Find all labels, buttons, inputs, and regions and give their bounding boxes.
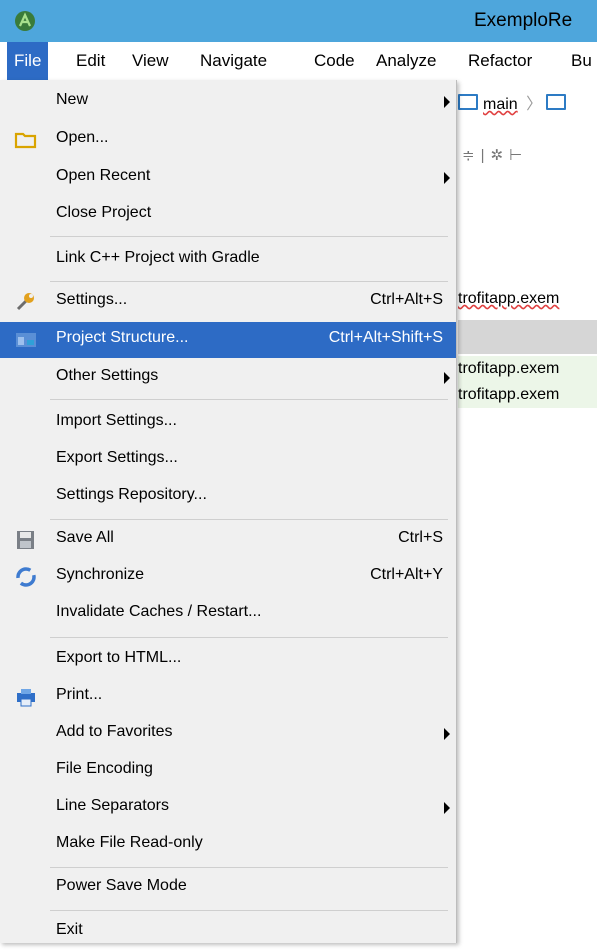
gear-icon[interactable]: ✲: [490, 147, 509, 164]
breadcrumb-separator: 〉: [526, 96, 543, 113]
menu-item-add-to-favorites[interactable]: Add to Favorites: [0, 716, 456, 752]
menu-item-label: Settings Repository...: [56, 486, 207, 503]
menu-navigate[interactable]: Navigate: [200, 51, 267, 71]
collapse-icon[interactable]: ≑: [462, 147, 481, 164]
menu-item-label: New: [56, 91, 89, 108]
menu-item-label: Add to Favorites: [56, 723, 173, 740]
menu-item-project-structure[interactable]: Project Structure... Ctrl+Alt+Shift+S: [0, 322, 456, 358]
menu-view[interactable]: View: [132, 51, 169, 71]
menu-item-label: Link C++ Project with Gradle: [56, 249, 260, 266]
menu-item-label: Exit: [56, 921, 83, 938]
project-structure-icon: [16, 333, 36, 347]
submenu-arrow-icon: [444, 802, 450, 814]
code-text: trofitapp.exem: [458, 386, 560, 403]
menu-bar: File Edit View Navigate Code Analyze Ref…: [0, 42, 597, 80]
editor-toolbar: ≑|✲⊢: [462, 146, 528, 164]
separator: |: [480, 147, 491, 164]
menu-item-shortcut: Ctrl+Alt+S: [370, 291, 443, 308]
menu-item-label: Open Recent: [56, 167, 151, 184]
menu-item-shortcut: Ctrl+S: [398, 529, 443, 546]
menu-item-label: Settings...: [56, 291, 128, 308]
menu-item-label: Open...: [56, 129, 109, 146]
submenu-arrow-icon: [444, 96, 450, 108]
code-text: trofitapp.exem: [458, 360, 560, 377]
pin-icon[interactable]: ⊢: [509, 147, 528, 164]
menu-separator: [50, 399, 448, 400]
menu-item-open-recent[interactable]: Open Recent: [0, 160, 456, 196]
menu-item-settings-repository[interactable]: Settings Repository...: [0, 479, 456, 515]
menu-item-label: Import Settings...: [56, 412, 177, 429]
menu-item-close-project[interactable]: Close Project: [0, 197, 456, 233]
menu-item-label: Print...: [56, 686, 103, 703]
menu-item-export-settings[interactable]: Export Settings...: [0, 442, 456, 478]
menu-item-label: Export to HTML...: [56, 649, 182, 666]
menu-item-print[interactable]: Print...: [0, 679, 456, 715]
menu-refactor[interactable]: Refactor: [468, 51, 532, 71]
breadcrumb-main[interactable]: main: [483, 96, 518, 113]
menu-item-save-all[interactable]: Save All Ctrl+S: [0, 522, 456, 558]
code-line: trofitapp.exem: [458, 382, 597, 408]
menu-item-label: Export Settings...: [56, 449, 178, 466]
folder-icon: [14, 132, 37, 149]
wrench-icon: [16, 293, 34, 311]
menu-separator: [50, 236, 448, 237]
menu-file[interactable]: File: [7, 42, 49, 80]
menu-item-file-encoding[interactable]: File Encoding: [0, 753, 456, 789]
submenu-arrow-icon: [444, 172, 450, 184]
title-bar: ExemploRe: [0, 0, 597, 42]
menu-item-link-cpp[interactable]: Link C++ Project with Gradle: [0, 242, 456, 278]
menu-separator: [50, 281, 448, 282]
menu-item-label: Power Save Mode: [56, 877, 187, 894]
code-line: trofitapp.exem: [458, 290, 559, 308]
menu-item-label: Make File Read-only: [56, 834, 203, 851]
menu-item-label: Invalidate Caches / Restart...: [56, 603, 262, 620]
menu-item-label: Close Project: [56, 204, 152, 221]
menu-build[interactable]: Bu: [571, 51, 592, 71]
menu-separator: [50, 867, 448, 868]
breadcrumb[interactable]: main 〉: [458, 90, 571, 118]
menu-item-export-html[interactable]: Export to HTML...: [0, 642, 456, 678]
menu-item-label: File Encoding: [56, 760, 153, 777]
menu-item-synchronize[interactable]: Synchronize Ctrl+Alt+Y: [0, 559, 456, 595]
menu-item-settings[interactable]: Settings... Ctrl+Alt+S: [0, 284, 456, 320]
menu-item-new[interactable]: New: [0, 84, 456, 120]
folder-icon: [546, 94, 567, 110]
menu-separator: [50, 910, 448, 911]
android-studio-icon: [15, 11, 35, 31]
menu-analyze[interactable]: Analyze: [376, 51, 436, 71]
menu-item-label: Project Structure...: [56, 329, 189, 346]
menu-item-open[interactable]: Open...: [0, 122, 456, 158]
submenu-arrow-icon: [444, 372, 450, 384]
menu-item-shortcut: Ctrl+Alt+Y: [370, 566, 443, 583]
menu-item-shortcut: Ctrl+Alt+Shift+S: [328, 329, 443, 346]
window-title: ExemploRe: [474, 10, 573, 31]
file-menu-dropdown: New Open... Open Recent Close Project Li…: [0, 80, 457, 943]
menu-item-power-save-mode[interactable]: Power Save Mode: [0, 870, 456, 906]
folder-icon: [458, 94, 478, 110]
menu-code[interactable]: Code: [314, 51, 355, 71]
menu-item-invalidate-caches[interactable]: Invalidate Caches / Restart...: [0, 596, 456, 632]
menu-item-label: Line Separators: [56, 797, 169, 814]
menu-separator: [50, 519, 448, 520]
menu-item-import-settings[interactable]: Import Settings...: [0, 405, 456, 441]
code-selection: [458, 320, 597, 354]
code-text: trofitapp.exem: [458, 290, 560, 307]
menu-item-label: Synchronize: [56, 566, 145, 583]
menu-separator: [50, 637, 448, 638]
save-icon: [17, 531, 34, 549]
menu-edit[interactable]: Edit: [76, 51, 105, 71]
sync-icon: [16, 567, 36, 587]
menu-item-line-separators[interactable]: Line Separators: [0, 790, 456, 826]
menu-item-exit[interactable]: Exit: [0, 914, 456, 950]
submenu-arrow-icon: [444, 728, 450, 740]
menu-item-other-settings[interactable]: Other Settings: [0, 360, 456, 396]
printer-icon: [17, 689, 35, 707]
menu-item-label: Save All: [56, 529, 114, 546]
code-line: trofitapp.exem: [458, 356, 597, 382]
menu-item-make-read-only[interactable]: Make File Read-only: [0, 827, 456, 863]
menu-item-label: Other Settings: [56, 367, 159, 384]
